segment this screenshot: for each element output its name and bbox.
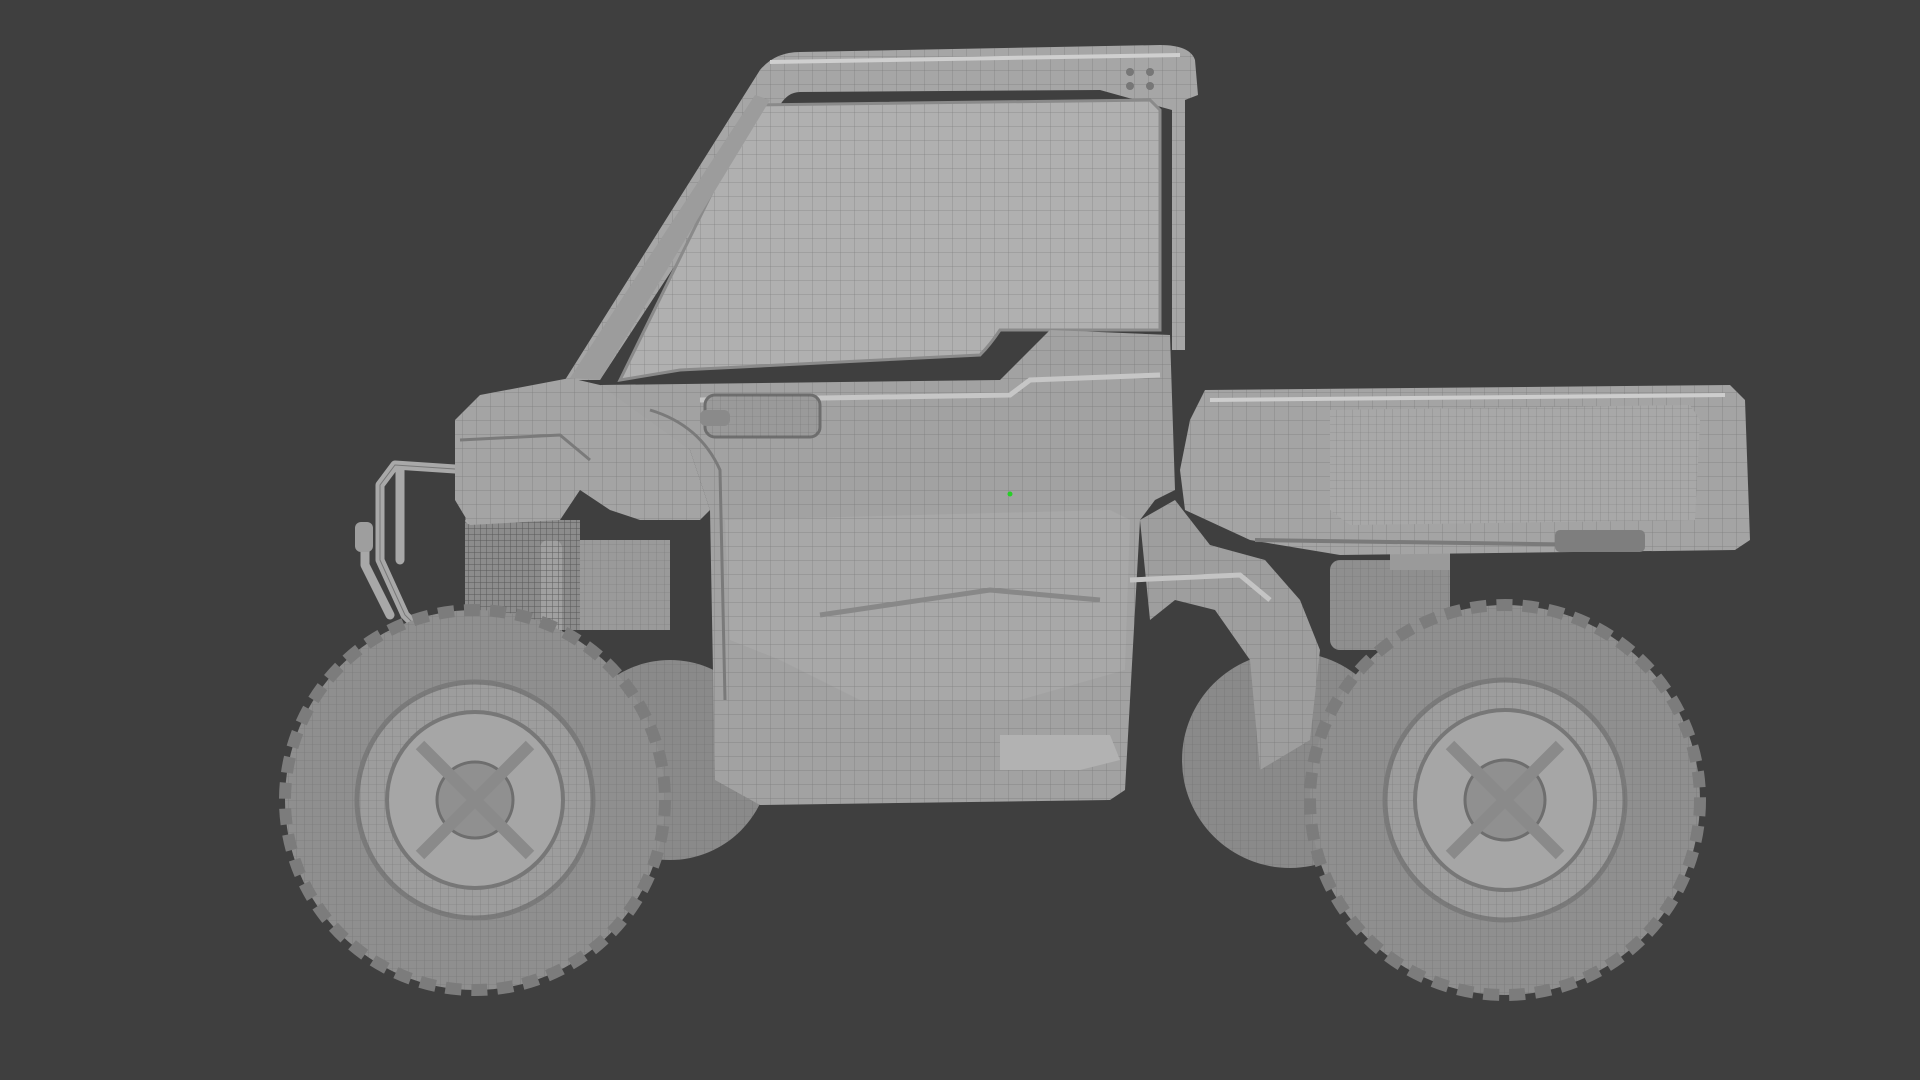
cargo-bed <box>1180 385 1750 555</box>
render-viewport <box>0 0 1920 1080</box>
tail-light <box>1555 530 1645 552</box>
tow-hook <box>355 522 373 552</box>
vertex-marker <box>1007 491 1013 497</box>
utv-model <box>279 45 1750 1001</box>
rear-wheel <box>1304 599 1706 1001</box>
front-wheel <box>279 604 671 996</box>
door-handle <box>700 393 822 439</box>
